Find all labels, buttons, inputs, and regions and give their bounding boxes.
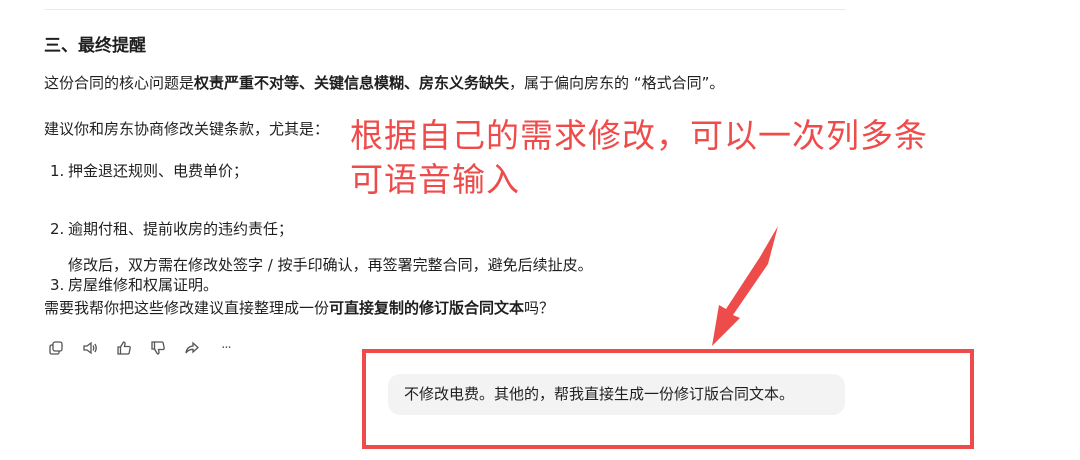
list-text: 房屋维修和权属证明。 — [68, 276, 219, 294]
offer-bold: 可直接复制的修订版合同文本 — [329, 299, 525, 317]
list-item: 1. 押金退还规则、电费单价； — [50, 160, 293, 182]
summary-paragraph: 这份合同的核心问题是权责严重不对等、关键信息模糊、房东义务缺失，属于偏向房东的 … — [44, 72, 724, 94]
list-number: 1. — [50, 162, 65, 180]
list-number: 3. — [50, 276, 65, 294]
more-icon[interactable]: ··· — [216, 338, 236, 358]
advice-list: 1. 押金退还规则、电费单价； 2. 逾期付租、提前收房的违约责任； 3. 房屋… — [50, 160, 593, 294]
offer-paragraph: 需要我帮你把这些修改建议直接整理成一份可直接复制的修订版合同文本吗？ — [44, 297, 554, 319]
list-item: 2. 逾期付租、提前收房的违约责任； — [50, 218, 293, 240]
list-continuation: 修改后，双方需在修改处签字 / 按手印确认，再签署完整合同，避免后续扯皮。 — [68, 256, 593, 274]
annotation-line-1: 根据自己的需求修改，可以一次列多条 — [350, 116, 928, 155]
list-text: 逾期付租、提前收房的违约责任； — [68, 220, 294, 238]
message-actions: ··· — [46, 338, 236, 358]
advice-paragraph: 建议你和房东协商修改关键条款，尤其是： — [44, 120, 330, 138]
offer-suffix: 吗？ — [524, 299, 555, 317]
speaker-icon[interactable] — [80, 338, 100, 358]
thumbs-down-icon[interactable] — [148, 338, 168, 358]
chat-page: 三、最终提醒 这份合同的核心问题是权责严重不对等、关键信息模糊、房东义务缺失，属… — [0, 0, 1080, 460]
annotation-line-2: 可语音输入 — [350, 160, 520, 199]
summary-bold: 权责严重不对等、关键信息模糊、房东义务缺失 — [194, 74, 510, 92]
summary-prefix: 这份合同的核心问题是 — [44, 74, 195, 92]
section-heading: 三、最终提醒 — [44, 36, 146, 56]
share-icon[interactable] — [182, 338, 202, 358]
summary-suffix: ，属于偏向房东的 “格式合同”。 — [509, 74, 725, 92]
offer-prefix: 需要我帮你把这些修改建议直接整理成一份 — [44, 299, 330, 317]
list-text: 押金退还规则、电费单价； — [68, 162, 249, 180]
copy-icon[interactable] — [46, 338, 66, 358]
user-message-bubble[interactable]: 不修改电费。其他的，帮我直接生成一份修订版合同文本。 — [388, 374, 845, 415]
list-item: 3. 房屋维修和权属证明。 — [50, 274, 293, 296]
top-divider — [44, 9, 846, 10]
thumbs-up-icon[interactable] — [114, 338, 134, 358]
list-number: 2. — [50, 220, 65, 238]
